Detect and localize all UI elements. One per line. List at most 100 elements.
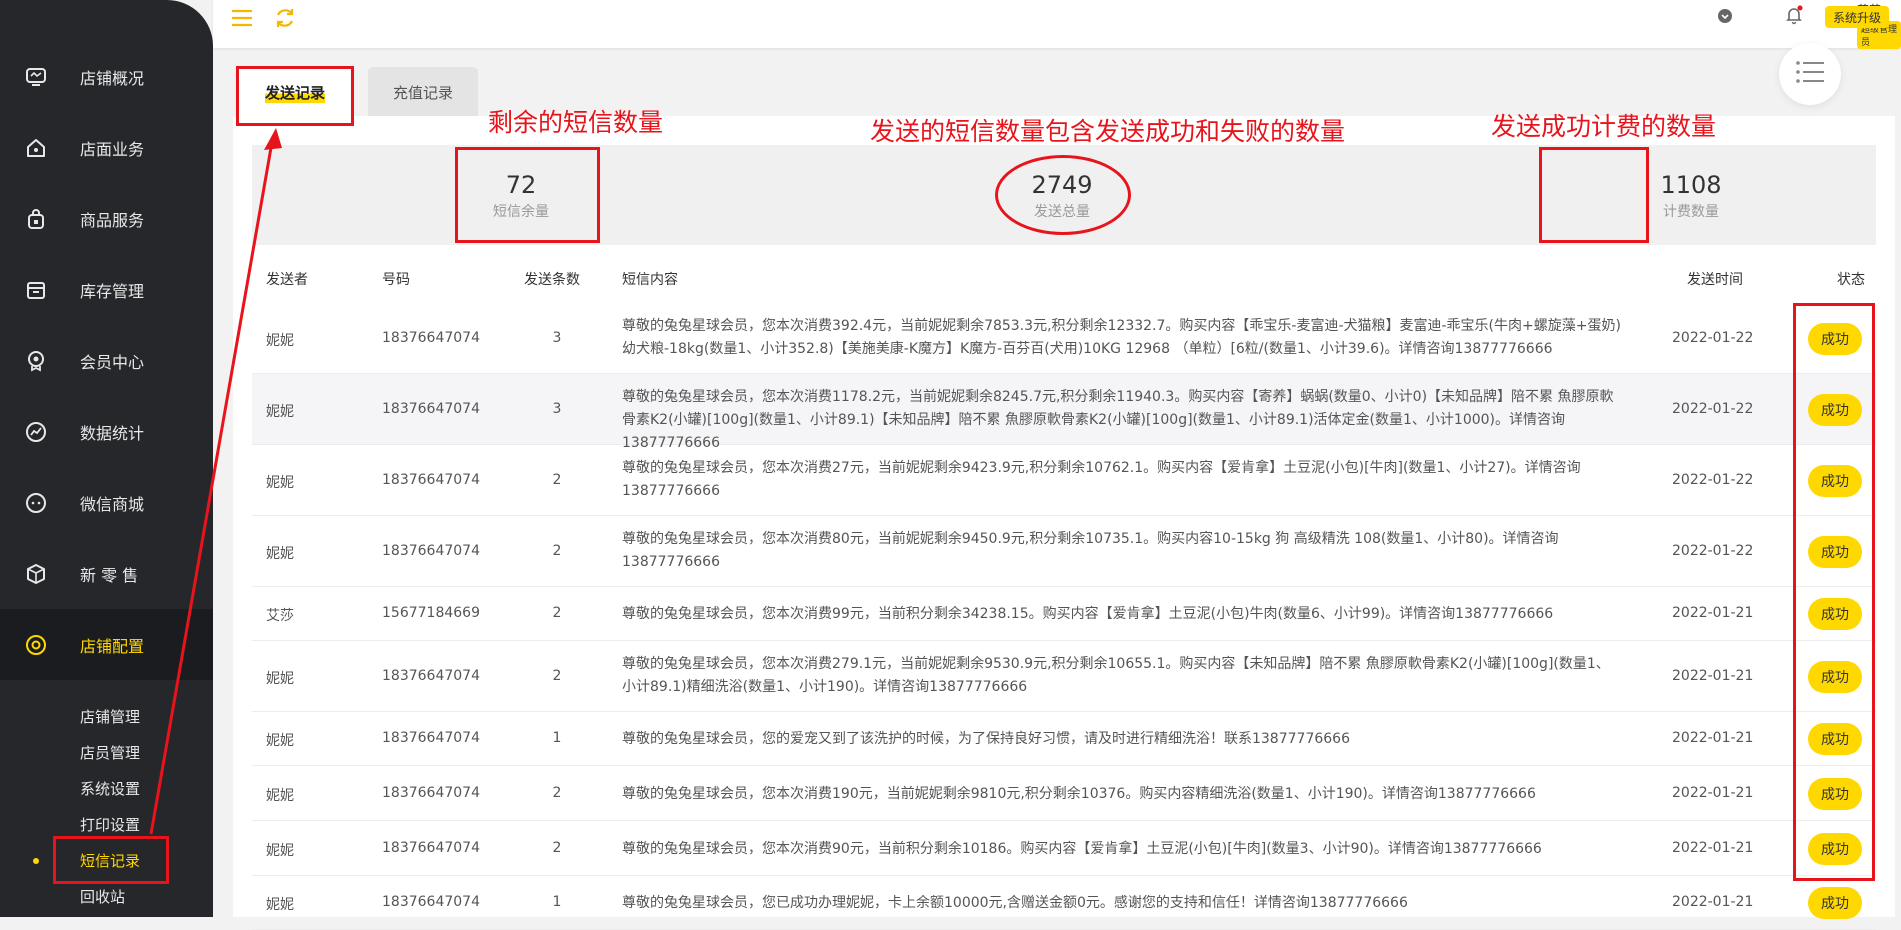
topbar: 艾莎 超级管理员 系统升级 <box>213 0 1901 49</box>
cell-count: 2 <box>552 605 562 621</box>
status-badge: 成功 <box>1808 887 1862 919</box>
sidebar-item-label: 微信商城 <box>80 494 145 514</box>
sub-item-system-settings[interactable]: 系统设置 <box>80 778 140 799</box>
cell-count: 2 <box>552 784 562 801</box>
table-row: 妮妮 18376647074 2 尊敬的兔兔星球会员，您本次消费27元，当前妮妮剩余9… <box>252 445 1876 516</box>
cell-content: 尊敬的兔兔星球会员，您本次消费80元，当前妮妮剩余9450.9元,积分剩余107… <box>622 531 1559 570</box>
bag-icon <box>24 207 48 231</box>
cell-count: 2 <box>552 839 562 856</box>
chart-icon <box>24 420 48 444</box>
table-row: 妮妮 18376647074 2 尊敬的兔兔星球会员，您本次消费90元，当前积分剩余1… <box>252 821 1876 876</box>
cell-sender: 艾莎 <box>266 608 294 624</box>
cell-count: 2 <box>552 667 562 684</box>
cell-phone: 18376647074 <box>382 329 480 346</box>
sidebar-item-label: 店铺配置 <box>80 636 145 656</box>
cell-content: 尊敬的兔兔星球会员，您本次消费190元，当前妮妮剩余9810元,积分剩余1037… <box>622 785 1536 802</box>
table-row: 妮妮 18376647074 2 尊敬的兔兔星球会员，您本次消费80元，当前妮妮剩余9… <box>252 516 1876 587</box>
annotation-tab-box <box>236 66 354 126</box>
annotation-billed-text: 发送成功计费的数量 <box>1491 112 1717 141</box>
cell-sender: 妮妮 <box>266 733 294 749</box>
annotation-billed-box <box>1539 147 1649 243</box>
sidebar-item-label: 店铺概况 <box>80 68 145 88</box>
sub-item-print-settings[interactable]: 打印设置 <box>80 814 140 835</box>
cell-phone: 18376647074 <box>382 471 480 488</box>
sidebar-item-store-business[interactable]: 店面业务 <box>0 112 213 183</box>
sub-item-store-manage[interactable]: 店铺管理 <box>80 706 140 727</box>
cell-date: 2022-01-22 <box>1672 542 1754 559</box>
sidebar-item-member-center[interactable]: 会员中心 <box>0 325 213 396</box>
cell-phone: 18376647074 <box>382 784 480 801</box>
sidebar-item-inventory[interactable]: 库存管理 <box>0 254 213 325</box>
annotation-remaining-text: 剩余的短信数量 <box>488 108 664 137</box>
cell-content: 尊敬的兔兔星球会员，您本次消费392.4元，当前妮妮剩余7853.3元,积分剩余… <box>622 318 1621 357</box>
cell-content: 尊敬的兔兔星球会员，您本次消费27元，当前妮妮剩余9423.9元,积分剩余107… <box>622 460 1581 499</box>
cell-sender: 妮妮 <box>266 842 294 859</box>
cell-sender: 妮妮 <box>266 332 294 349</box>
chat-icon <box>24 491 48 515</box>
cell-content: 尊敬的兔兔星球会员，您本次消费279.1元，当前妮妮剩余9530.9元,积分剩余… <box>622 656 1610 695</box>
column-header-time: 发送时间 <box>1687 272 1743 288</box>
cell-sender: 妮妮 <box>266 403 294 420</box>
sub-item-staff-manage[interactable]: 店员管理 <box>80 742 140 763</box>
cell-phone: 18376647074 <box>382 839 480 856</box>
cell-count: 1 <box>552 730 562 746</box>
cell-phone: 18376647074 <box>382 542 480 559</box>
cell-count: 1 <box>552 894 562 910</box>
bell-icon[interactable] <box>1783 4 1807 28</box>
cell-content: 尊敬的兔兔星球会员，您本次消费90元，当前积分剩余10186。购买内容【爱肯拿】… <box>622 840 1542 857</box>
annotation-total-ellipse <box>995 155 1131 235</box>
user-dropdown-icon[interactable] <box>1717 8 1741 32</box>
cell-sender: 妮妮 <box>266 787 294 804</box>
sidebar-item-store-config[interactable]: 店铺配置 <box>0 609 213 680</box>
annotation-total-text: 发送的短信数量包含发送成功和失败的数量 <box>870 117 1346 146</box>
table-row: 妮妮 18376647074 3 尊敬的兔兔星球会员，您本次消费1178.2元，当前妮… <box>252 374 1876 451</box>
cell-date: 2022-01-21 <box>1672 784 1754 801</box>
cell-phone: 18376647074 <box>382 730 480 746</box>
cell-date: 2022-01-22 <box>1672 471 1754 488</box>
cell-sender: 妮妮 <box>266 474 294 491</box>
settings-icon <box>24 633 48 657</box>
cell-content: 尊敬的兔兔星球会员，您的爱宠又到了该洗护的时候，为了保持良好习惯，请及时进行精细… <box>622 731 1350 747</box>
sub-item-recycle-bin[interactable]: 回收站 <box>80 886 125 907</box>
cell-content: 尊敬的兔兔星球会员，您已成功办理妮妮，卡上余额10000元,含赠送金额0元。感谢… <box>622 895 1408 911</box>
active-dot <box>33 858 39 864</box>
table-row: 妮妮 18376647074 1 尊敬的兔兔星球会员，您已成功办理妮妮，卡上余额100… <box>252 876 1876 930</box>
monitor-icon <box>24 65 48 89</box>
sidebar-item-label: 新 零 售 <box>80 565 139 585</box>
cell-date: 2022-01-21 <box>1672 730 1754 746</box>
cell-count: 2 <box>552 471 562 488</box>
sidebar-item-data-stats[interactable]: 数据统计 <box>0 396 213 467</box>
table-row: 妮妮 18376647074 2 尊敬的兔兔星球会员，您本次消费279.1元，当前妮妮… <box>252 641 1876 712</box>
cell-date: 2022-01-21 <box>1672 839 1754 856</box>
member-icon <box>24 349 48 373</box>
sidebar-item-goods-service[interactable]: 商品服务 <box>0 183 213 254</box>
annotation-status-box <box>1793 303 1875 881</box>
cell-date: 2022-01-21 <box>1672 667 1754 684</box>
sidebar-item-wechat-mall[interactable]: 微信商城 <box>0 467 213 538</box>
column-header-phone: 号码 <box>382 272 410 288</box>
cube-icon <box>24 562 48 586</box>
column-header-status: 状态 <box>1837 272 1865 288</box>
cell-phone: 18376647074 <box>382 667 480 684</box>
sidebar-item-store-overview[interactable]: 店铺概况 <box>0 41 213 112</box>
annotation-remaining-box <box>455 147 600 243</box>
tab-recharge-records[interactable]: 充值记录 <box>368 67 478 118</box>
list-menu-button[interactable] <box>1779 43 1841 105</box>
menu-toggle-icon[interactable] <box>230 6 254 30</box>
cell-date: 2022-01-22 <box>1672 400 1754 417</box>
archive-icon <box>24 278 48 302</box>
column-header-count: 发送条数 <box>524 272 580 288</box>
column-header-content: 短信内容 <box>622 272 678 288</box>
refresh-icon[interactable] <box>273 6 297 30</box>
sidebar-item-label: 店面业务 <box>80 139 145 159</box>
cell-date: 2022-01-22 <box>1672 329 1754 346</box>
cell-phone: 18376647074 <box>382 400 480 417</box>
table-row: 艾莎 15677184669 2 尊敬的兔兔星球会员，您本次消费99元，当前积分剩余3… <box>252 587 1876 641</box>
system-upgrade-button[interactable]: 系统升级 <box>1825 6 1889 28</box>
sidebar-item-label: 会员中心 <box>80 352 145 372</box>
sidebar-item-label: 商品服务 <box>80 210 145 230</box>
sidebar-item-new-retail[interactable]: 新 零 售 <box>0 538 213 609</box>
cell-count: 3 <box>552 329 562 346</box>
list-icon <box>1795 60 1825 88</box>
cell-phone: 18376647074 <box>382 894 480 910</box>
